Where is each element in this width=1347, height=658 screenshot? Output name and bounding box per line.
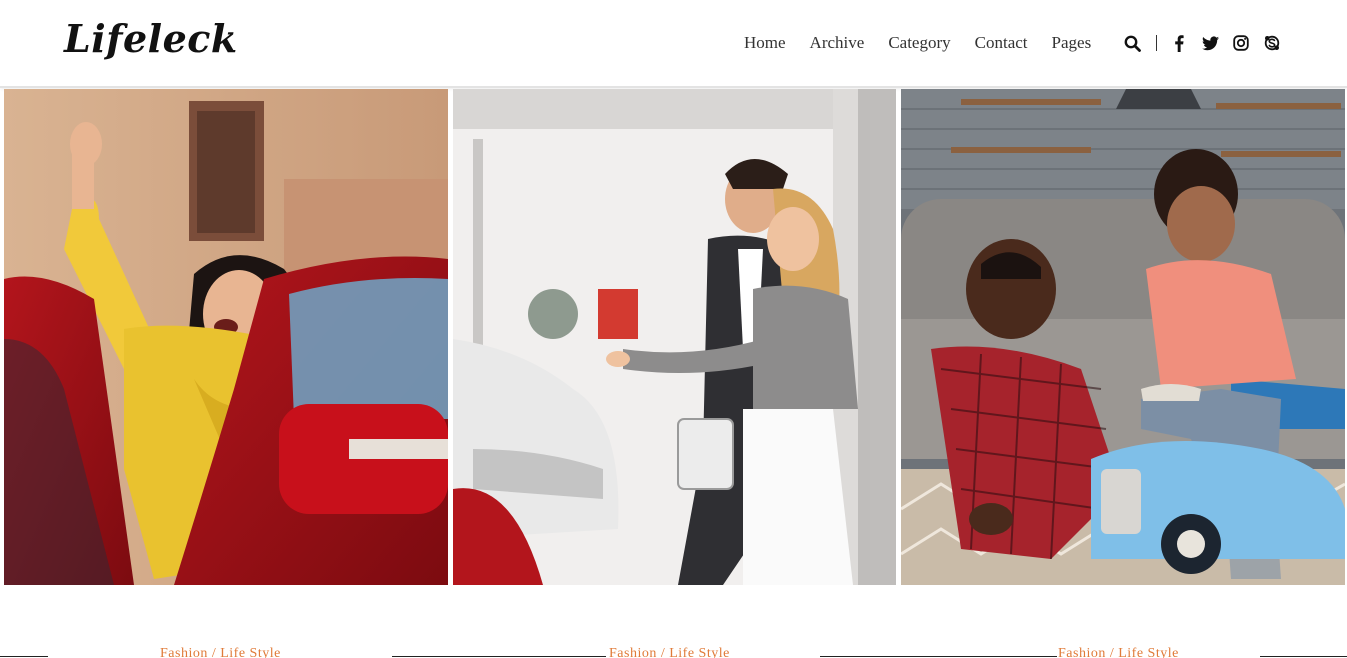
gallery-photo-1[interactable] (4, 89, 448, 585)
site-logo[interactable]: Lifeleck (64, 16, 238, 61)
post-category-2[interactable]: Fashion / Life Style (609, 646, 730, 658)
nav-home[interactable]: Home (744, 33, 786, 53)
post-category-1[interactable]: Fashion / Life Style (160, 646, 281, 658)
gallery-photo-2[interactable] (453, 89, 896, 585)
site-header: Lifeleck Home Archive Category Contact P… (0, 0, 1347, 88)
skype-icon[interactable] (1262, 33, 1282, 53)
post-divider-1 (0, 656, 48, 657)
featured-gallery (4, 89, 1345, 585)
post-divider-3 (820, 656, 1057, 657)
social-links (1169, 33, 1282, 53)
nav-pages[interactable]: Pages (1052, 33, 1092, 53)
facebook-icon[interactable] (1169, 33, 1189, 53)
nav-archive[interactable]: Archive (810, 33, 865, 53)
icon-divider (1156, 35, 1157, 51)
twitter-icon[interactable] (1200, 33, 1220, 53)
gallery-photo-3[interactable] (901, 89, 1345, 585)
instagram-icon[interactable] (1231, 33, 1251, 53)
nav-category[interactable]: Category (888, 33, 950, 53)
search-icon[interactable] (1122, 33, 1142, 53)
post-divider-4 (1260, 656, 1347, 657)
header-icons (1122, 33, 1282, 53)
main-nav: Home Archive Category Contact Pages (744, 33, 1115, 53)
post-divider-2 (392, 656, 606, 657)
post-category-3[interactable]: Fashion / Life Style (1058, 646, 1179, 658)
nav-contact[interactable]: Contact (975, 33, 1028, 53)
